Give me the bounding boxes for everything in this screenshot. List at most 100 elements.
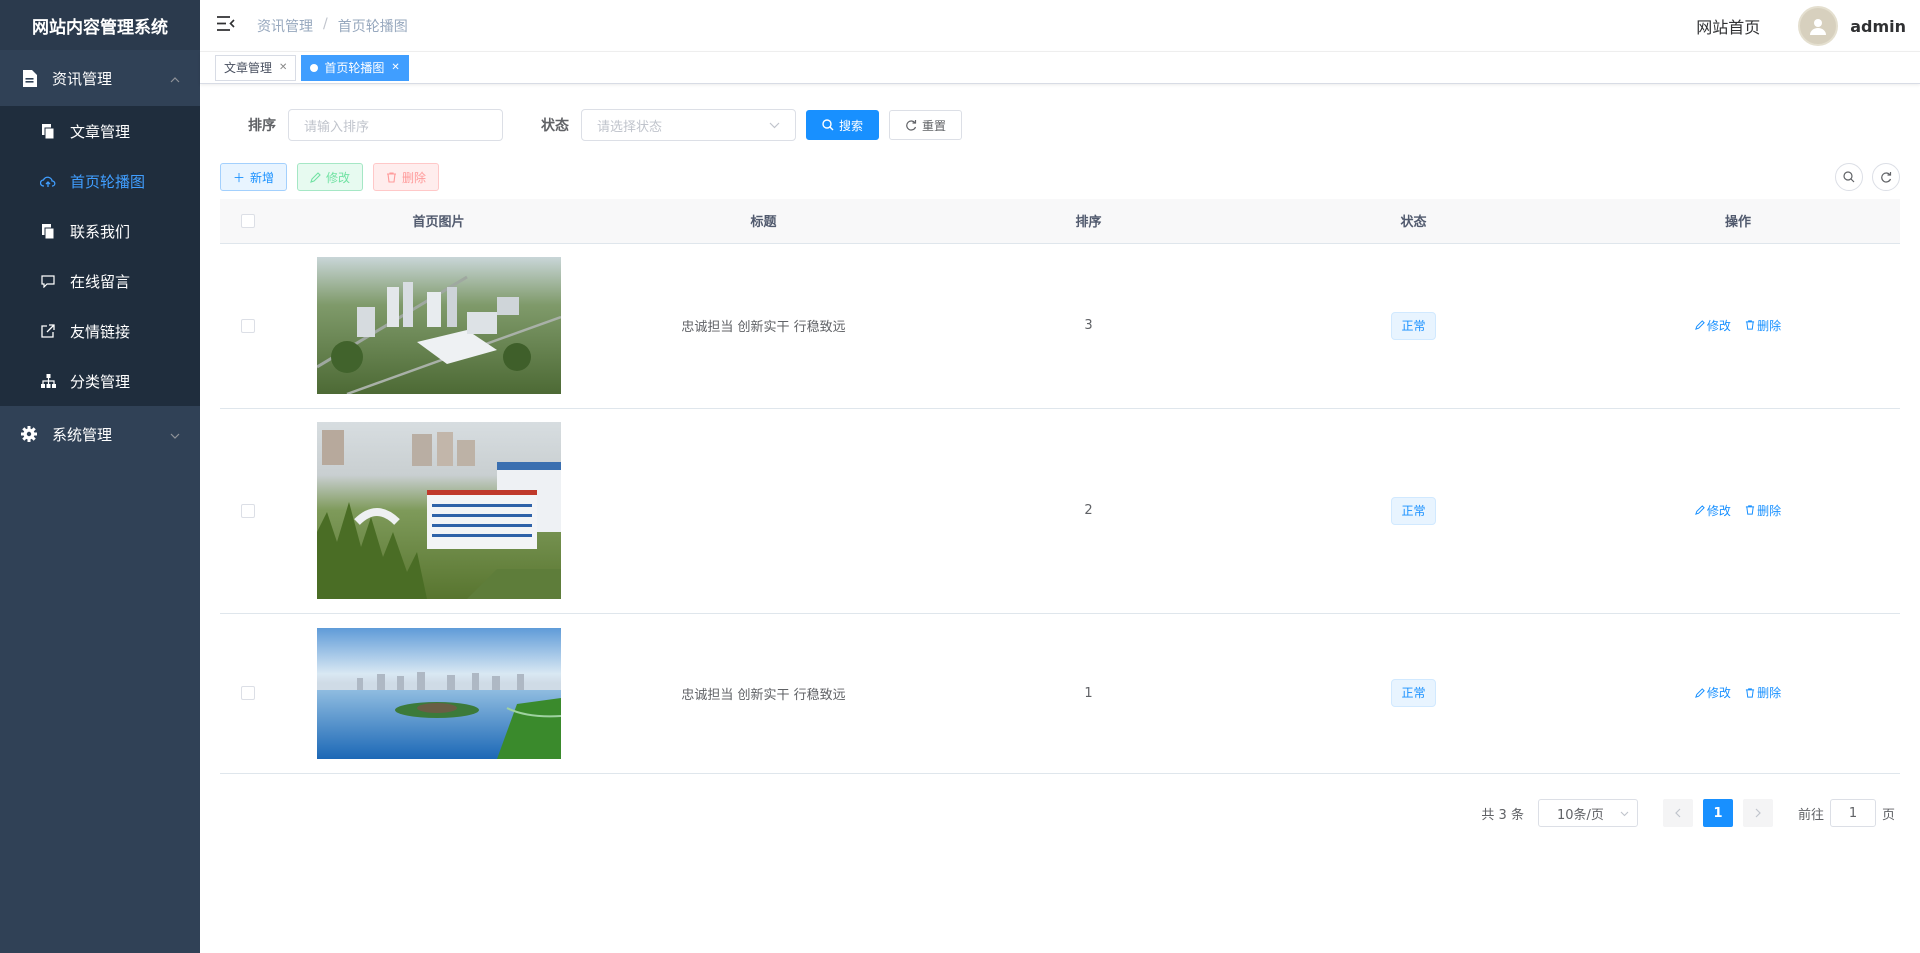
search-form: 排序 请输入排序 状态 请选择状态 搜索 重置 bbox=[220, 109, 1900, 141]
sidebar-item-categories[interactable]: 分类管理 bbox=[0, 356, 200, 406]
search-icon bbox=[1843, 171, 1855, 183]
status-badge: 正常 bbox=[1391, 311, 1436, 340]
status-select[interactable]: 请选择状态 bbox=[581, 109, 796, 141]
row-delete-link[interactable]: 删除 bbox=[1745, 502, 1781, 519]
toggle-search-button[interactable] bbox=[1835, 163, 1863, 191]
tag-label: 首页轮播图 bbox=[324, 60, 385, 75]
row-checkbox[interactable] bbox=[241, 318, 255, 333]
main-area: 资讯管理 / 首页轮播图 网站首页 admin 文章管理 ✕ 首页轮播图 ✕ 排… bbox=[200, 0, 1920, 953]
close-icon[interactable]: ✕ bbox=[279, 56, 287, 80]
toolbar: ＋ 新增 修改 删除 bbox=[220, 163, 1900, 191]
add-button[interactable]: ＋ 新增 bbox=[220, 163, 288, 191]
breadcrumb: 资讯管理 / 首页轮播图 bbox=[257, 16, 408, 36]
toolbar-right bbox=[1835, 163, 1900, 191]
sidebar-item-label: 联系我们 bbox=[70, 222, 131, 241]
refresh-button[interactable] bbox=[1872, 163, 1900, 191]
table-row: 忠诚担当 创新实干 行稳致远 1 正常 修改 删除 bbox=[220, 613, 1900, 774]
next-page-button[interactable] bbox=[1742, 799, 1773, 827]
table-row: 2 正常 修改 删除 bbox=[220, 408, 1900, 614]
row-edit-link[interactable]: 修改 bbox=[1695, 502, 1731, 519]
row-delete-link[interactable]: 删除 bbox=[1745, 684, 1781, 701]
edit-icon bbox=[310, 171, 321, 183]
prev-page-button[interactable] bbox=[1662, 799, 1693, 827]
sidebar-item-carousel[interactable]: 首页轮播图 bbox=[0, 156, 200, 206]
row-delete-link[interactable]: 删除 bbox=[1745, 317, 1781, 334]
tag-carousel[interactable]: 首页轮播图 ✕ bbox=[301, 54, 409, 81]
column-header-actions: 操作 bbox=[1576, 199, 1900, 244]
status-label: 状态 bbox=[541, 118, 569, 134]
home-link[interactable]: 网站首页 bbox=[1696, 14, 1760, 38]
submenu-news: 文章管理 首页轮播图 联系我们 在线留言 友情链接 分类管理 bbox=[0, 106, 200, 406]
row-title: 忠诚担当 创新实干 行稳致远 bbox=[601, 243, 926, 409]
sidebar-item-label: 友情链接 bbox=[70, 322, 131, 341]
tags-view: 文章管理 ✕ 首页轮播图 ✕ bbox=[200, 52, 1920, 84]
table-header-row: 首页图片 标题 排序 状态 操作 bbox=[220, 199, 1900, 244]
select-all-checkbox[interactable] bbox=[241, 213, 255, 228]
row-edit-label: 修改 bbox=[1706, 503, 1731, 518]
status-badge: 正常 bbox=[1391, 679, 1436, 707]
row-title: 忠诚担当 创新实干 行稳致远 bbox=[601, 613, 926, 774]
edit-icon bbox=[1695, 687, 1705, 698]
chevron-down-icon bbox=[769, 118, 780, 133]
trash-icon bbox=[387, 171, 397, 183]
page-jump: 前往 1 页 bbox=[1798, 799, 1895, 827]
close-icon[interactable]: ✕ bbox=[391, 56, 399, 80]
sidebar-item-messages[interactable]: 在线留言 bbox=[0, 256, 200, 306]
breadcrumb-item[interactable]: 资讯管理 bbox=[257, 16, 313, 36]
row-edit-label: 修改 bbox=[1706, 686, 1731, 701]
trash-icon bbox=[1745, 320, 1755, 330]
carousel-image[interactable] bbox=[316, 422, 561, 599]
carousel-image[interactable] bbox=[316, 257, 561, 394]
search-button[interactable]: 搜索 bbox=[806, 110, 880, 140]
row-delete-label: 删除 bbox=[1757, 503, 1782, 518]
status-select-placeholder: 请选择状态 bbox=[597, 119, 663, 135]
sidebar-item-contact[interactable]: 联系我们 bbox=[0, 206, 200, 256]
sort-input[interactable]: 请输入排序 bbox=[288, 109, 503, 141]
menu-group-label: 系统管理 bbox=[52, 425, 113, 444]
sidebar-item-articles[interactable]: 文章管理 bbox=[0, 106, 200, 156]
navbar-right: 网站首页 admin bbox=[1696, 0, 1906, 52]
sidebar-item-label: 文章管理 bbox=[70, 122, 131, 141]
row-title bbox=[601, 408, 926, 614]
reset-button[interactable]: 重置 bbox=[889, 110, 963, 140]
edit-button[interactable]: 修改 bbox=[297, 163, 364, 191]
search-icon bbox=[822, 119, 834, 131]
row-checkbox[interactable] bbox=[241, 686, 255, 700]
goto-page-input[interactable]: 1 bbox=[1829, 799, 1876, 827]
carousel-image[interactable] bbox=[316, 627, 561, 759]
sidebar-item-label: 在线留言 bbox=[70, 272, 131, 291]
column-header-sort: 排序 bbox=[926, 199, 1251, 244]
delete-button[interactable]: 删除 bbox=[373, 163, 440, 191]
page-number-current[interactable]: 1 bbox=[1702, 799, 1733, 827]
username[interactable]: admin bbox=[1850, 17, 1906, 36]
tag-label: 文章管理 bbox=[224, 60, 273, 75]
avatar[interactable] bbox=[1798, 6, 1839, 46]
sidebar: 网站内容管理系统 资讯管理 文章管理 首页轮播图 联系我们 在线留言 友情链接 … bbox=[0, 0, 200, 953]
active-dot bbox=[310, 63, 319, 72]
row-sort: 1 bbox=[926, 613, 1251, 774]
search-button-label: 搜索 bbox=[839, 118, 864, 133]
chevron-down-icon bbox=[170, 425, 180, 443]
chevron-down-icon bbox=[1620, 806, 1629, 821]
copy-icon bbox=[40, 223, 56, 239]
gear-icon bbox=[20, 425, 38, 443]
menu-group-news[interactable]: 资讯管理 bbox=[0, 50, 200, 106]
select-all-cell bbox=[220, 199, 276, 244]
page-size-value: 10条/页 bbox=[1556, 807, 1604, 823]
trash-icon bbox=[1745, 688, 1755, 698]
edit-button-label: 修改 bbox=[326, 170, 351, 185]
page-size-select[interactable]: 10条/页 bbox=[1537, 799, 1638, 827]
row-edit-link[interactable]: 修改 bbox=[1695, 684, 1731, 701]
pagination-total: 共 3 条 bbox=[1481, 807, 1524, 823]
chevron-right-icon bbox=[1755, 808, 1761, 818]
tag-articles[interactable]: 文章管理 ✕ bbox=[215, 54, 297, 81]
row-checkbox[interactable] bbox=[241, 503, 255, 518]
sidebar-item-links[interactable]: 友情链接 bbox=[0, 306, 200, 356]
plus-icon: ＋ bbox=[233, 170, 246, 185]
pagination: 共 3 条 10条/页 1 前往 1 页 bbox=[1481, 799, 1895, 827]
column-header-title: 标题 bbox=[601, 199, 926, 244]
row-delete-label: 删除 bbox=[1757, 686, 1782, 701]
menu-group-system[interactable]: 系统管理 bbox=[0, 406, 200, 462]
menu-fold-icon[interactable] bbox=[217, 16, 237, 35]
row-edit-link[interactable]: 修改 bbox=[1695, 317, 1731, 334]
